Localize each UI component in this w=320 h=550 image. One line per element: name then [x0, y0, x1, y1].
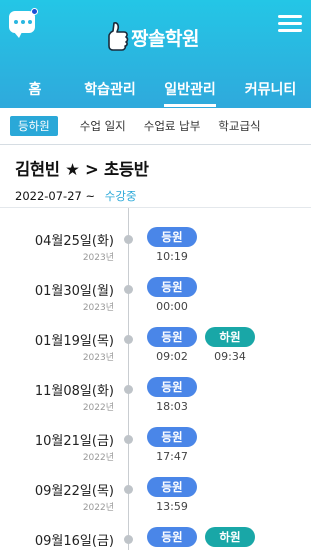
- checkout-badge: 하원: [205, 327, 255, 347]
- timeline-dot: [124, 535, 133, 544]
- tab-tuition-payment[interactable]: 수업료 납부: [144, 118, 201, 134]
- event-time: 17:47: [156, 450, 188, 463]
- entry-date: 01월30일(월): [34, 284, 114, 299]
- chat-icon[interactable]: [9, 8, 38, 38]
- checkin-badge: 등원: [147, 277, 197, 297]
- timeline-dot: [124, 485, 133, 494]
- thumbs-up-logo-icon: [108, 22, 129, 51]
- entry-date-column: 01월19일(목) 2023년: [35, 330, 114, 363]
- timeline-dot: [124, 285, 133, 294]
- entry-date: 09월22일(목): [34, 484, 114, 499]
- sub-tabs: 등하원 수업 일지 수업료 납부 학교급식: [0, 108, 311, 145]
- entry-date-column: 09월22일(목) 2022년: [35, 480, 114, 513]
- nav-learning-management[interactable]: 학습관리: [70, 76, 150, 108]
- checkin-event: 등원 10:19: [147, 227, 197, 263]
- notification-dot: [31, 8, 38, 15]
- hamburger-menu-icon[interactable]: [278, 15, 302, 33]
- checkin-badge: 등원: [147, 427, 197, 447]
- tab-class-journal[interactable]: 수업 일지: [80, 118, 126, 134]
- event-time: 13:59: [156, 500, 188, 513]
- enrollment-start-date: 2022-07-27 ~: [15, 189, 96, 203]
- entry-date-column: 11월08일(화) 2022년: [35, 380, 114, 413]
- entry-date: 04월25일(화): [34, 234, 114, 249]
- attendance-entry: 04월25일(화) 2023년 등원 10:19: [0, 227, 311, 270]
- timeline-dot: [124, 335, 133, 344]
- checkin-badge: 등원: [147, 227, 197, 247]
- checkin-event: 등원 17:47: [147, 427, 197, 463]
- entry-date-column: 04월25일(화) 2023년: [35, 230, 114, 263]
- checkin-event: 등원 09:02: [147, 327, 197, 363]
- attendance-entry: 09월16일(금)2022년 등원 하원: [0, 527, 311, 550]
- event-time: 09:02: [156, 350, 188, 363]
- timeline-dot: [124, 435, 133, 444]
- entry-year: 2022년: [82, 503, 114, 513]
- checkin-event: 등원 13:59: [147, 477, 197, 513]
- checkin-badge: 등원: [147, 377, 197, 397]
- checkin-event: 등원 18:03: [147, 377, 197, 413]
- checkout-event: 하원 09:34: [205, 327, 255, 363]
- student-name[interactable]: 김현빈 ★ > 초등반: [15, 156, 305, 180]
- entry-date: 11월08일(화): [34, 384, 114, 399]
- entry-year: 2023년: [82, 353, 114, 363]
- checkin-event: 등원 00:00: [147, 277, 197, 313]
- entry-year: 2023년: [82, 253, 114, 263]
- attendance-entry: 01월30일(월) 2023년 등원 00:00: [0, 277, 311, 320]
- timeline-dot: [124, 235, 133, 244]
- app-header: 짱솔학원 홈 학습관리 일반관리 커뮤니티: [0, 0, 311, 108]
- nav-general-management[interactable]: 일반관리: [150, 76, 230, 108]
- attendance-entry: 10월21일(금) 2022년 등원 17:47: [0, 427, 311, 470]
- entry-year: 2022년: [82, 403, 114, 413]
- attendance-entry: 01월19일(목) 2023년 등원 09:02 하원 09:34: [0, 327, 311, 370]
- timeline-dot: [124, 385, 133, 394]
- event-time: 10:19: [156, 250, 188, 263]
- checkin-event: 등원: [147, 527, 197, 550]
- logo-text: 짱솔학원: [131, 27, 199, 50]
- event-time: 18:03: [156, 400, 188, 413]
- nav-home[interactable]: 홈: [0, 76, 70, 108]
- entry-date: 09월16일(금): [34, 534, 114, 549]
- entry-date: 01월19일(목): [34, 334, 114, 349]
- entry-year: 2023년: [82, 303, 114, 313]
- main-nav: 홈 학습관리 일반관리 커뮤니티: [0, 76, 311, 108]
- enrollment-status: 수강중: [104, 189, 137, 203]
- entry-year: 2022년: [82, 453, 114, 463]
- entry-date-column: 09월16일(금)2022년: [35, 530, 114, 550]
- checkin-badge: 등원: [147, 327, 197, 347]
- section-divider: [0, 207, 311, 208]
- app-logo[interactable]: 짱솔학원: [107, 20, 199, 54]
- event-time: 00:00: [156, 300, 188, 313]
- checkin-badge: 등원: [147, 527, 197, 547]
- entry-date-column: 01월30일(월) 2023년: [35, 280, 114, 313]
- student-info: 김현빈 ★ > 초등반 2022-07-27 ~ 수강중: [15, 156, 305, 204]
- checkin-badge: 등원: [147, 477, 197, 497]
- checkout-event: 하원: [205, 527, 255, 550]
- nav-community[interactable]: 커뮤니티: [230, 76, 311, 108]
- entry-date: 10월21일(금): [34, 434, 114, 449]
- attendance-entry: 11월08일(화) 2022년 등원 18:03: [0, 377, 311, 420]
- entry-date-column: 10월21일(금) 2022년: [35, 430, 114, 463]
- tab-attendance[interactable]: 등하원: [10, 116, 58, 136]
- event-time: 09:34: [214, 350, 246, 363]
- attendance-entry: 09월22일(목) 2022년 등원 13:59: [0, 477, 311, 520]
- enrollment-line: 2022-07-27 ~ 수강중: [15, 188, 305, 204]
- checkout-badge: 하원: [205, 527, 255, 547]
- tab-school-meals[interactable]: 학교급식: [218, 118, 260, 134]
